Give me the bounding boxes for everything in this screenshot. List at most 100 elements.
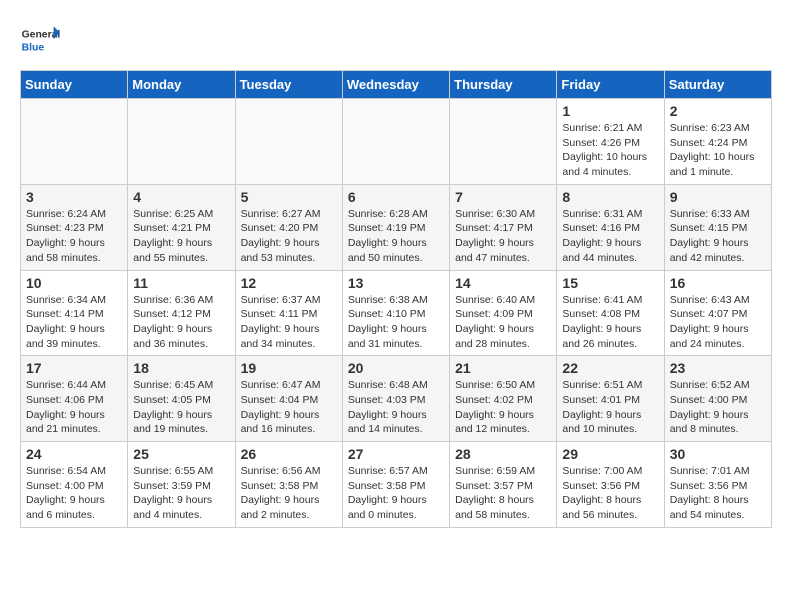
calendar-cell: 11 Sunrise: 6:36 AM Sunset: 4:12 PM Dayli… (128, 270, 235, 356)
calendar-table: SundayMondayTuesdayWednesdayThursdayFrid… (20, 70, 772, 528)
day-number: 6 (348, 189, 444, 205)
calendar-cell: 14Sunrise: 6:40 AM Sunset: 4:09 PM Dayli… (450, 270, 557, 356)
day-number: 1 (562, 103, 658, 119)
calendar-cell: 16 Sunrise: 6:43 AM Sunset: 4:07 PM Dayli… (664, 270, 771, 356)
day-number: 21 (455, 360, 551, 376)
calendar-cell: 25 Sunrise: 6:55 AM Sunset: 3:59 PM Dayli… (128, 442, 235, 528)
calendar-cell (450, 99, 557, 185)
calendar-cell: 26 Sunrise: 6:56 AM Sunset: 3:58 PM Dayli… (235, 442, 342, 528)
day-info: Sunrise: 6:27 AM Sunset: 4:20 PM Dayligh… (241, 207, 337, 266)
day-number: 19 (241, 360, 337, 376)
calendar-week-row: 10 Sunrise: 6:34 AM Sunset: 4:14 PM Dayli… (21, 270, 772, 356)
weekday-header-friday: Friday (557, 71, 664, 99)
calendar-cell: 23 Sunrise: 6:52 AM Sunset: 4:00 PM Dayli… (664, 356, 771, 442)
calendar-cell: 19 Sunrise: 6:47 AM Sunset: 4:04 PM Dayli… (235, 356, 342, 442)
weekday-header-wednesday: Wednesday (342, 71, 449, 99)
day-info: Sunrise: 6:48 AM Sunset: 4:03 PM Dayligh… (348, 378, 444, 437)
calendar-week-row: 3Sunrise: 6:24 AM Sunset: 4:23 PM Daylig… (21, 184, 772, 270)
day-number: 4 (133, 189, 229, 205)
day-number: 2 (670, 103, 766, 119)
day-number: 13 (348, 275, 444, 291)
calendar-cell: 30 Sunrise: 7:01 AM Sunset: 3:56 PM Dayli… (664, 442, 771, 528)
day-info: Sunrise: 6:47 AM Sunset: 4:04 PM Dayligh… (241, 378, 337, 437)
calendar-cell: 13 Sunrise: 6:38 AM Sunset: 4:10 PM Dayli… (342, 270, 449, 356)
svg-text:Blue: Blue (22, 42, 45, 53)
calendar-cell: 28 Sunrise: 6:59 AM Sunset: 3:57 PM Dayli… (450, 442, 557, 528)
calendar-cell: 2 Sunrise: 6:23 AM Sunset: 4:24 PM Daylig… (664, 99, 771, 185)
calendar-cell: 1 Sunrise: 6:21 AM Sunset: 4:26 PM Daylig… (557, 99, 664, 185)
calendar-cell: 5 Sunrise: 6:27 AM Sunset: 4:20 PM Daylig… (235, 184, 342, 270)
calendar-week-row: 17Sunrise: 6:44 AM Sunset: 4:06 PM Dayli… (21, 356, 772, 442)
day-info: Sunrise: 6:52 AM Sunset: 4:00 PM Dayligh… (670, 378, 766, 437)
calendar-cell: 7Sunrise: 6:30 AM Sunset: 4:17 PM Daylig… (450, 184, 557, 270)
day-info: Sunrise: 6:21 AM Sunset: 4:26 PM Dayligh… (562, 121, 658, 180)
day-info: Sunrise: 6:36 AM Sunset: 4:12 PM Dayligh… (133, 293, 229, 352)
calendar-cell: 8 Sunrise: 6:31 AM Sunset: 4:16 PM Daylig… (557, 184, 664, 270)
calendar-week-row: 24 Sunrise: 6:54 AM Sunset: 4:00 PM Dayli… (21, 442, 772, 528)
day-info: Sunrise: 6:59 AM Sunset: 3:57 PM Dayligh… (455, 464, 551, 523)
day-info: Sunrise: 6:56 AM Sunset: 3:58 PM Dayligh… (241, 464, 337, 523)
day-info: Sunrise: 6:23 AM Sunset: 4:24 PM Dayligh… (670, 121, 766, 180)
logo: General Blue (20, 20, 60, 60)
day-number: 5 (241, 189, 337, 205)
calendar-cell: 20 Sunrise: 6:48 AM Sunset: 4:03 PM Dayli… (342, 356, 449, 442)
day-number: 17 (26, 360, 122, 376)
calendar-cell: 27 Sunrise: 6:57 AM Sunset: 3:58 PM Dayli… (342, 442, 449, 528)
day-info: Sunrise: 6:37 AM Sunset: 4:11 PM Dayligh… (241, 293, 337, 352)
day-info: Sunrise: 6:33 AM Sunset: 4:15 PM Dayligh… (670, 207, 766, 266)
weekday-header-saturday: Saturday (664, 71, 771, 99)
day-info: Sunrise: 6:43 AM Sunset: 4:07 PM Dayligh… (670, 293, 766, 352)
calendar-cell: 10 Sunrise: 6:34 AM Sunset: 4:14 PM Dayli… (21, 270, 128, 356)
calendar-cell (235, 99, 342, 185)
day-info: Sunrise: 6:31 AM Sunset: 4:16 PM Dayligh… (562, 207, 658, 266)
day-info: Sunrise: 6:51 AM Sunset: 4:01 PM Dayligh… (562, 378, 658, 437)
day-number: 12 (241, 275, 337, 291)
day-info: Sunrise: 6:41 AM Sunset: 4:08 PM Dayligh… (562, 293, 658, 352)
day-info: Sunrise: 7:01 AM Sunset: 3:56 PM Dayligh… (670, 464, 766, 523)
calendar-cell: 18 Sunrise: 6:45 AM Sunset: 4:05 PM Dayli… (128, 356, 235, 442)
day-number: 24 (26, 446, 122, 462)
day-number: 27 (348, 446, 444, 462)
weekday-header-thursday: Thursday (450, 71, 557, 99)
day-number: 8 (562, 189, 658, 205)
calendar-cell: 24 Sunrise: 6:54 AM Sunset: 4:00 PM Dayli… (21, 442, 128, 528)
day-info: Sunrise: 6:45 AM Sunset: 4:05 PM Dayligh… (133, 378, 229, 437)
calendar-cell: 6 Sunrise: 6:28 AM Sunset: 4:19 PM Daylig… (342, 184, 449, 270)
calendar-cell: 12 Sunrise: 6:37 AM Sunset: 4:11 PM Dayli… (235, 270, 342, 356)
day-number: 30 (670, 446, 766, 462)
day-info: Sunrise: 6:28 AM Sunset: 4:19 PM Dayligh… (348, 207, 444, 266)
calendar-cell (21, 99, 128, 185)
day-info: Sunrise: 6:54 AM Sunset: 4:00 PM Dayligh… (26, 464, 122, 523)
calendar-header-row: SundayMondayTuesdayWednesdayThursdayFrid… (21, 71, 772, 99)
weekday-header-sunday: Sunday (21, 71, 128, 99)
day-number: 25 (133, 446, 229, 462)
day-number: 23 (670, 360, 766, 376)
calendar-cell: 17Sunrise: 6:44 AM Sunset: 4:06 PM Dayli… (21, 356, 128, 442)
day-number: 18 (133, 360, 229, 376)
calendar-cell: 4 Sunrise: 6:25 AM Sunset: 4:21 PM Daylig… (128, 184, 235, 270)
day-number: 28 (455, 446, 551, 462)
day-info: Sunrise: 6:50 AM Sunset: 4:02 PM Dayligh… (455, 378, 551, 437)
day-number: 16 (670, 275, 766, 291)
day-number: 10 (26, 275, 122, 291)
day-info: Sunrise: 6:38 AM Sunset: 4:10 PM Dayligh… (348, 293, 444, 352)
day-info: Sunrise: 7:00 AM Sunset: 3:56 PM Dayligh… (562, 464, 658, 523)
calendar-week-row: 1 Sunrise: 6:21 AM Sunset: 4:26 PM Daylig… (21, 99, 772, 185)
day-info: Sunrise: 6:40 AM Sunset: 4:09 PM Dayligh… (455, 293, 551, 352)
day-info: Sunrise: 6:34 AM Sunset: 4:14 PM Dayligh… (26, 293, 122, 352)
calendar-cell: 15 Sunrise: 6:41 AM Sunset: 4:08 PM Dayli… (557, 270, 664, 356)
calendar-cell (342, 99, 449, 185)
day-info: Sunrise: 6:25 AM Sunset: 4:21 PM Dayligh… (133, 207, 229, 266)
weekday-header-monday: Monday (128, 71, 235, 99)
day-number: 20 (348, 360, 444, 376)
calendar-cell: 3Sunrise: 6:24 AM Sunset: 4:23 PM Daylig… (21, 184, 128, 270)
day-number: 15 (562, 275, 658, 291)
day-info: Sunrise: 6:57 AM Sunset: 3:58 PM Dayligh… (348, 464, 444, 523)
day-info: Sunrise: 6:24 AM Sunset: 4:23 PM Dayligh… (26, 207, 122, 266)
calendar-cell: 22 Sunrise: 6:51 AM Sunset: 4:01 PM Dayli… (557, 356, 664, 442)
day-number: 11 (133, 275, 229, 291)
day-number: 22 (562, 360, 658, 376)
day-number: 26 (241, 446, 337, 462)
day-info: Sunrise: 6:55 AM Sunset: 3:59 PM Dayligh… (133, 464, 229, 523)
day-number: 7 (455, 189, 551, 205)
